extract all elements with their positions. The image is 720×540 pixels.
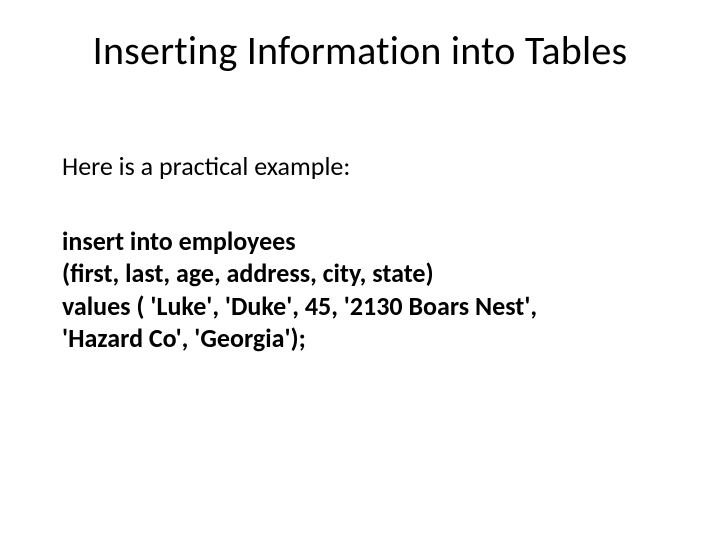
code-line-4: 'Hazard Co', 'Georgia'); — [62, 322, 660, 355]
slide-body: Here is a practical example: insert into… — [62, 150, 660, 355]
code-line-1: insert into employees — [62, 225, 660, 258]
slide: Inserting Information into Tables Here i… — [0, 0, 720, 540]
intro-text: Here is a practical example: — [62, 150, 660, 183]
slide-title: Inserting Information into Tables — [0, 26, 720, 75]
code-block: insert into employees (first, last, age,… — [62, 225, 660, 355]
code-line-3: values ( 'Luke', 'Duke', 45, '2130 Boars… — [62, 290, 660, 323]
code-line-2: (first, last, age, address, city, state) — [62, 257, 660, 290]
